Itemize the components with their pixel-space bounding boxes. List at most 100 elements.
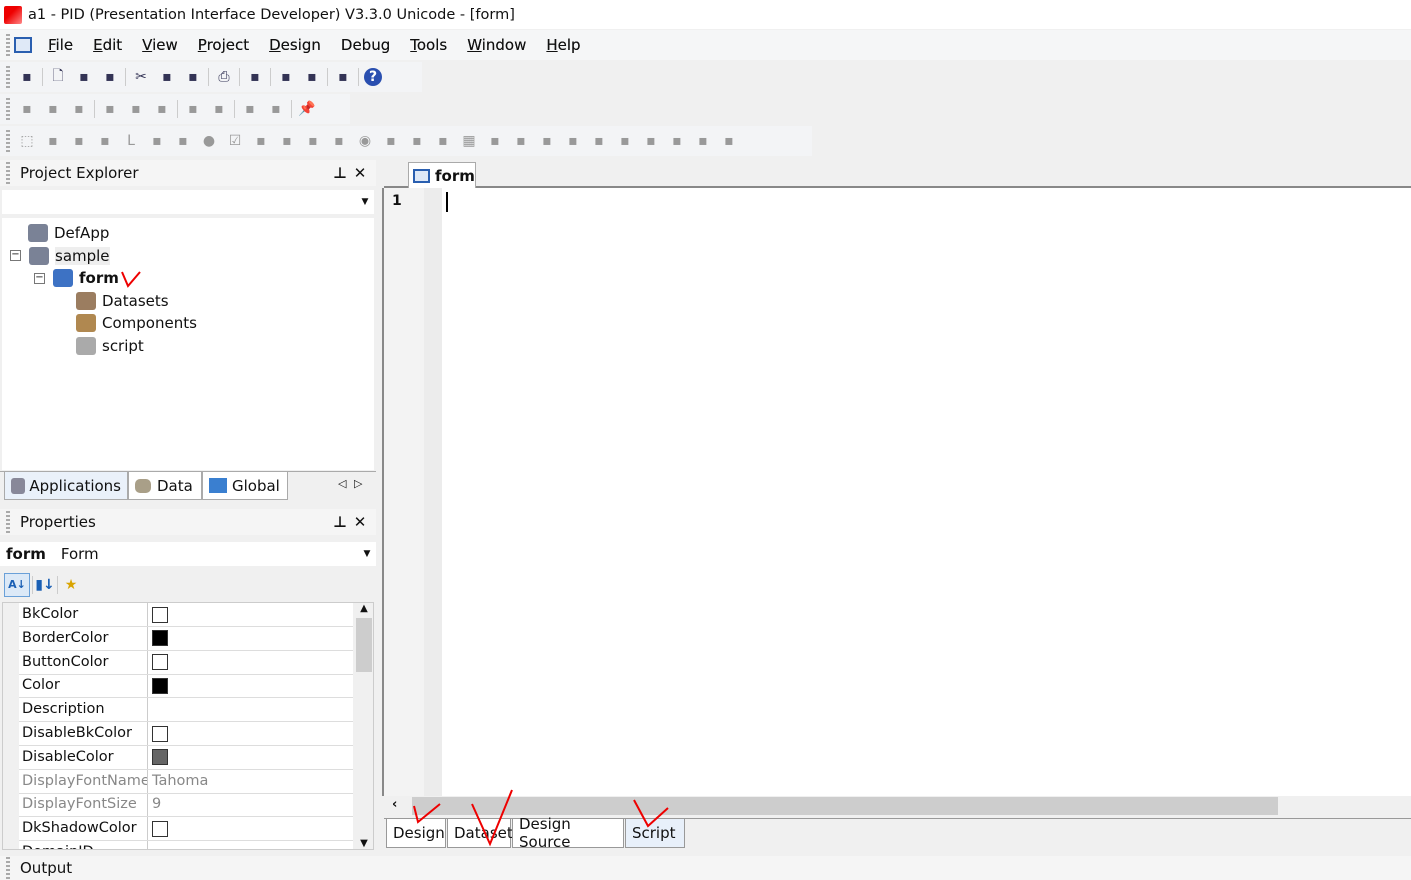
color-swatch[interactable]	[152, 677, 168, 694]
spin-icon[interactable]: ▪	[43, 131, 63, 151]
run-icon[interactable]: ▪	[302, 67, 322, 87]
sort-alphabetical-icon[interactable]: A↓	[4, 573, 30, 597]
close-icon[interactable]: ✕	[350, 164, 370, 182]
align-middle-icon[interactable]: ▪	[126, 99, 146, 119]
debug-icon[interactable]: ▪	[276, 67, 296, 87]
select-pointer-icon[interactable]: ⬚	[17, 131, 37, 151]
menu-debug[interactable]: Debug Debug	[331, 36, 400, 54]
grip-handle[interactable]	[6, 511, 10, 533]
property-value[interactable]	[148, 817, 168, 840]
same-width-icon[interactable]: ▪	[183, 99, 203, 119]
menu-tools[interactable]: Tools Tools	[400, 36, 457, 54]
project-combo[interactable]: ▼	[2, 190, 374, 214]
tab-global[interactable]: Global	[202, 472, 288, 500]
field-icon[interactable]: ▪	[407, 131, 427, 151]
checkbox-icon[interactable]: ☑	[225, 131, 245, 151]
static-icon[interactable]: L	[121, 131, 141, 151]
tab-scroll-right-icon[interactable]: ▷	[354, 477, 362, 490]
print-icon[interactable]: ⎙	[214, 67, 234, 87]
color-swatch[interactable]	[152, 606, 168, 623]
image-icon[interactable]: ▪	[251, 131, 271, 151]
property-scrollbar[interactable]: ▲ ▼	[355, 603, 373, 849]
circle-icon[interactable]: ●	[199, 131, 219, 151]
copy-icon[interactable]: ▪	[157, 67, 177, 87]
horizontal-scrollbar[interactable]: ‹	[384, 796, 1411, 816]
property-value[interactable]	[148, 651, 168, 674]
tab-data[interactable]: Data	[128, 472, 202, 500]
property-value[interactable]	[148, 746, 168, 769]
menu-edit[interactable]: Edit Edit	[83, 36, 132, 54]
property-row[interactable]: BorderColor	[19, 626, 353, 651]
menu-project[interactable]: Project Project	[188, 36, 259, 54]
new-property-icon[interactable]: ★	[60, 577, 82, 593]
menu-view[interactable]: View View	[132, 36, 188, 54]
scroll-down-icon[interactable]: ▼	[355, 838, 373, 849]
property-row[interactable]: DisplayFontName Tahoma	[19, 769, 353, 794]
close-icon[interactable]: ✕	[350, 513, 370, 531]
grip-handle[interactable]	[6, 98, 10, 120]
tree-icon[interactable]: ▪	[433, 131, 453, 151]
list-icon[interactable]: ▪	[303, 131, 323, 151]
scroll-left-icon[interactable]: ‹	[392, 797, 397, 812]
mask-edit-icon[interactable]: ▪	[69, 131, 89, 151]
tab-script[interactable]: Script	[625, 819, 685, 848]
menu-design[interactable]: Design Design	[259, 36, 331, 54]
align-left-icon[interactable]: ▪	[17, 99, 37, 119]
tree-item-defapp[interactable]: DefApp	[28, 222, 109, 244]
align-bottom-icon[interactable]: ▪	[152, 99, 172, 119]
tree-item-form[interactable]: − form	[34, 267, 119, 289]
scroll-thumb[interactable]	[412, 797, 1278, 815]
property-value[interactable]: 9	[148, 793, 161, 816]
property-value[interactable]	[148, 674, 168, 697]
radio-icon[interactable]: ◉	[355, 131, 375, 151]
grip-handle[interactable]	[6, 66, 10, 88]
tree-item-components[interactable]: Components	[76, 312, 197, 334]
new-icon[interactable]: 🗋	[48, 67, 68, 87]
property-value[interactable]: Tahoma	[148, 770, 208, 793]
open-project-icon[interactable]: ▪	[17, 67, 37, 87]
object-selector[interactable]: form Form ▼	[0, 542, 376, 566]
property-value[interactable]	[148, 627, 168, 650]
paste-icon[interactable]: ▪	[183, 67, 203, 87]
color-swatch[interactable]	[152, 725, 168, 742]
tree-item-script[interactable]: script	[76, 335, 144, 357]
script-editor[interactable]: 1	[382, 188, 1411, 796]
menu-icon[interactable]: ▪	[537, 131, 557, 151]
tree-item-datasets[interactable]: Datasets	[76, 290, 169, 312]
property-row[interactable]: Description	[19, 698, 353, 723]
color-swatch[interactable]	[152, 654, 168, 671]
tab-dataset[interactable]: Dataset	[447, 819, 513, 848]
grid-icon[interactable]: ▦	[459, 131, 479, 151]
combo-icon[interactable]: ▪	[381, 131, 401, 151]
v-spacing-icon[interactable]: ▪	[266, 99, 286, 119]
menu-window[interactable]: Window Window	[457, 36, 536, 54]
pin-icon[interactable]: ⊥	[330, 513, 350, 531]
calendar-icon[interactable]: ▪	[329, 131, 349, 151]
align-right-icon[interactable]: ▪	[69, 99, 89, 119]
grip-handle[interactable]	[6, 34, 10, 56]
same-height-icon[interactable]: ▪	[209, 99, 229, 119]
button-icon[interactable]: ▪	[95, 131, 115, 151]
layout-icon[interactable]: ▪	[693, 131, 713, 151]
property-row[interactable]: DisableColor	[19, 745, 353, 770]
align-top-icon[interactable]: ▪	[100, 99, 120, 119]
property-row[interactable]: ButtonColor	[19, 650, 353, 675]
h-spacing-icon[interactable]: ▪	[240, 99, 260, 119]
custom-icon[interactable]: ▪	[719, 131, 739, 151]
tools-icon[interactable]: ▪	[333, 67, 353, 87]
grip-handle[interactable]	[6, 162, 10, 184]
sort-category-icon[interactable]: ▮↓	[35, 577, 55, 593]
pin-icon[interactable]: ⊥	[330, 164, 350, 182]
scroll-up-icon[interactable]: ▲	[355, 603, 373, 614]
activex-icon[interactable]: ▪	[615, 131, 635, 151]
grip-handle[interactable]	[6, 130, 10, 152]
graphic-icon[interactable]: ▪	[589, 131, 609, 151]
property-value[interactable]	[148, 698, 152, 721]
menu-help[interactable]: Help Help	[536, 36, 590, 54]
table-icon[interactable]: ▪	[667, 131, 687, 151]
collapse-icon[interactable]: −	[10, 250, 21, 262]
file-icon[interactable]: ▪	[511, 131, 531, 151]
property-row[interactable]: DisableBkColor	[19, 722, 353, 746]
tab-icon[interactable]: ▪	[485, 131, 505, 151]
tab-design-source[interactable]: Design Source	[512, 815, 624, 851]
